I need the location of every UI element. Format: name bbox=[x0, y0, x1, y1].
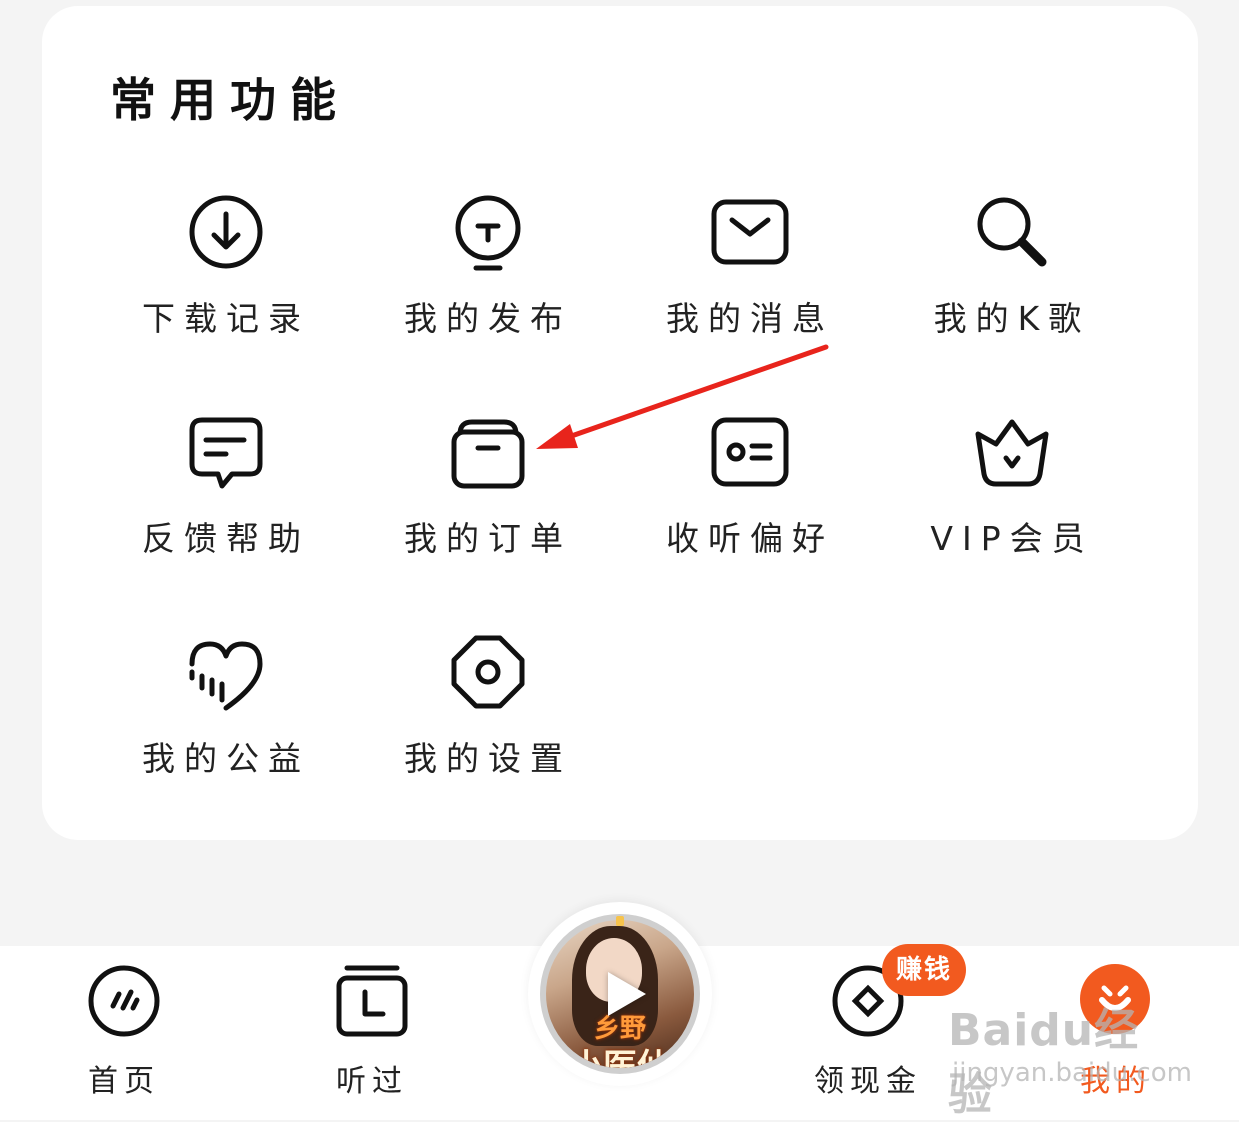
home-dial-icon bbox=[88, 965, 160, 1037]
function-feedback-help[interactable]: 反馈帮助 bbox=[116, 410, 336, 590]
function-my-orders[interactable]: 我的订单 bbox=[378, 410, 598, 590]
history-clock-icon bbox=[336, 965, 408, 1037]
function-label: 我的消息 bbox=[666, 299, 834, 338]
nav-label: 首页 bbox=[88, 1064, 160, 1099]
function-label: 收听偏好 bbox=[666, 519, 834, 558]
envelope-icon bbox=[711, 199, 789, 265]
function-label: 反馈帮助 bbox=[142, 519, 310, 558]
function-label: 我的设置 bbox=[404, 739, 572, 778]
crown-icon bbox=[975, 419, 1049, 487]
nav-tab-history[interactable]: 听过 bbox=[292, 962, 452, 1100]
function-my-charity[interactable]: 我的公益 bbox=[116, 630, 336, 810]
function-label: 我的公益 bbox=[142, 739, 310, 778]
function-my-settings[interactable]: 我的设置 bbox=[378, 630, 598, 810]
function-vip-membership[interactable]: VIP会员 bbox=[902, 410, 1122, 590]
function-label: 我的发布 bbox=[404, 299, 572, 338]
function-label: 我的K歌 bbox=[933, 299, 1091, 338]
nav-label: 听过 bbox=[336, 1064, 408, 1099]
lightbulb-icon bbox=[455, 195, 521, 271]
nav-label: 我的 bbox=[1080, 1064, 1152, 1099]
function-my-messages[interactable]: 我的消息 bbox=[640, 190, 860, 370]
heart-icon bbox=[189, 641, 263, 711]
section-title: 常用功能 bbox=[110, 73, 350, 127]
now-playing-disc[interactable]: 乡野 小医仙 bbox=[540, 914, 700, 1074]
book-title: 乡野 小医仙 bbox=[546, 1008, 694, 1068]
progress-indicator bbox=[616, 916, 624, 926]
function-label: VIP会员 bbox=[930, 519, 1094, 558]
function-my-karaoke[interactable]: 我的K歌 bbox=[902, 190, 1122, 370]
profile-smile-icon[interactable] bbox=[1080, 964, 1150, 1034]
download-icon bbox=[189, 195, 263, 269]
function-my-posts[interactable]: 我的发布 bbox=[378, 190, 598, 370]
play-icon[interactable] bbox=[608, 972, 646, 1016]
function-label: 我的订单 bbox=[404, 519, 572, 558]
id-card-icon bbox=[711, 417, 789, 487]
function-download-records[interactable]: 下载记录 bbox=[116, 190, 336, 370]
nav-tab-home[interactable]: 首页 bbox=[44, 962, 204, 1100]
function-listening-preferences[interactable]: 收听偏好 bbox=[640, 410, 860, 590]
karaoke-search-icon bbox=[977, 197, 1047, 267]
function-label: 下载记录 bbox=[142, 299, 310, 338]
earn-money-badge: 赚钱 bbox=[882, 944, 967, 996]
message-bubble-icon bbox=[189, 417, 263, 489]
archive-box-icon bbox=[451, 419, 525, 489]
settings-hexagon-icon bbox=[451, 635, 525, 709]
nav-label: 领现金 bbox=[814, 1064, 922, 1099]
